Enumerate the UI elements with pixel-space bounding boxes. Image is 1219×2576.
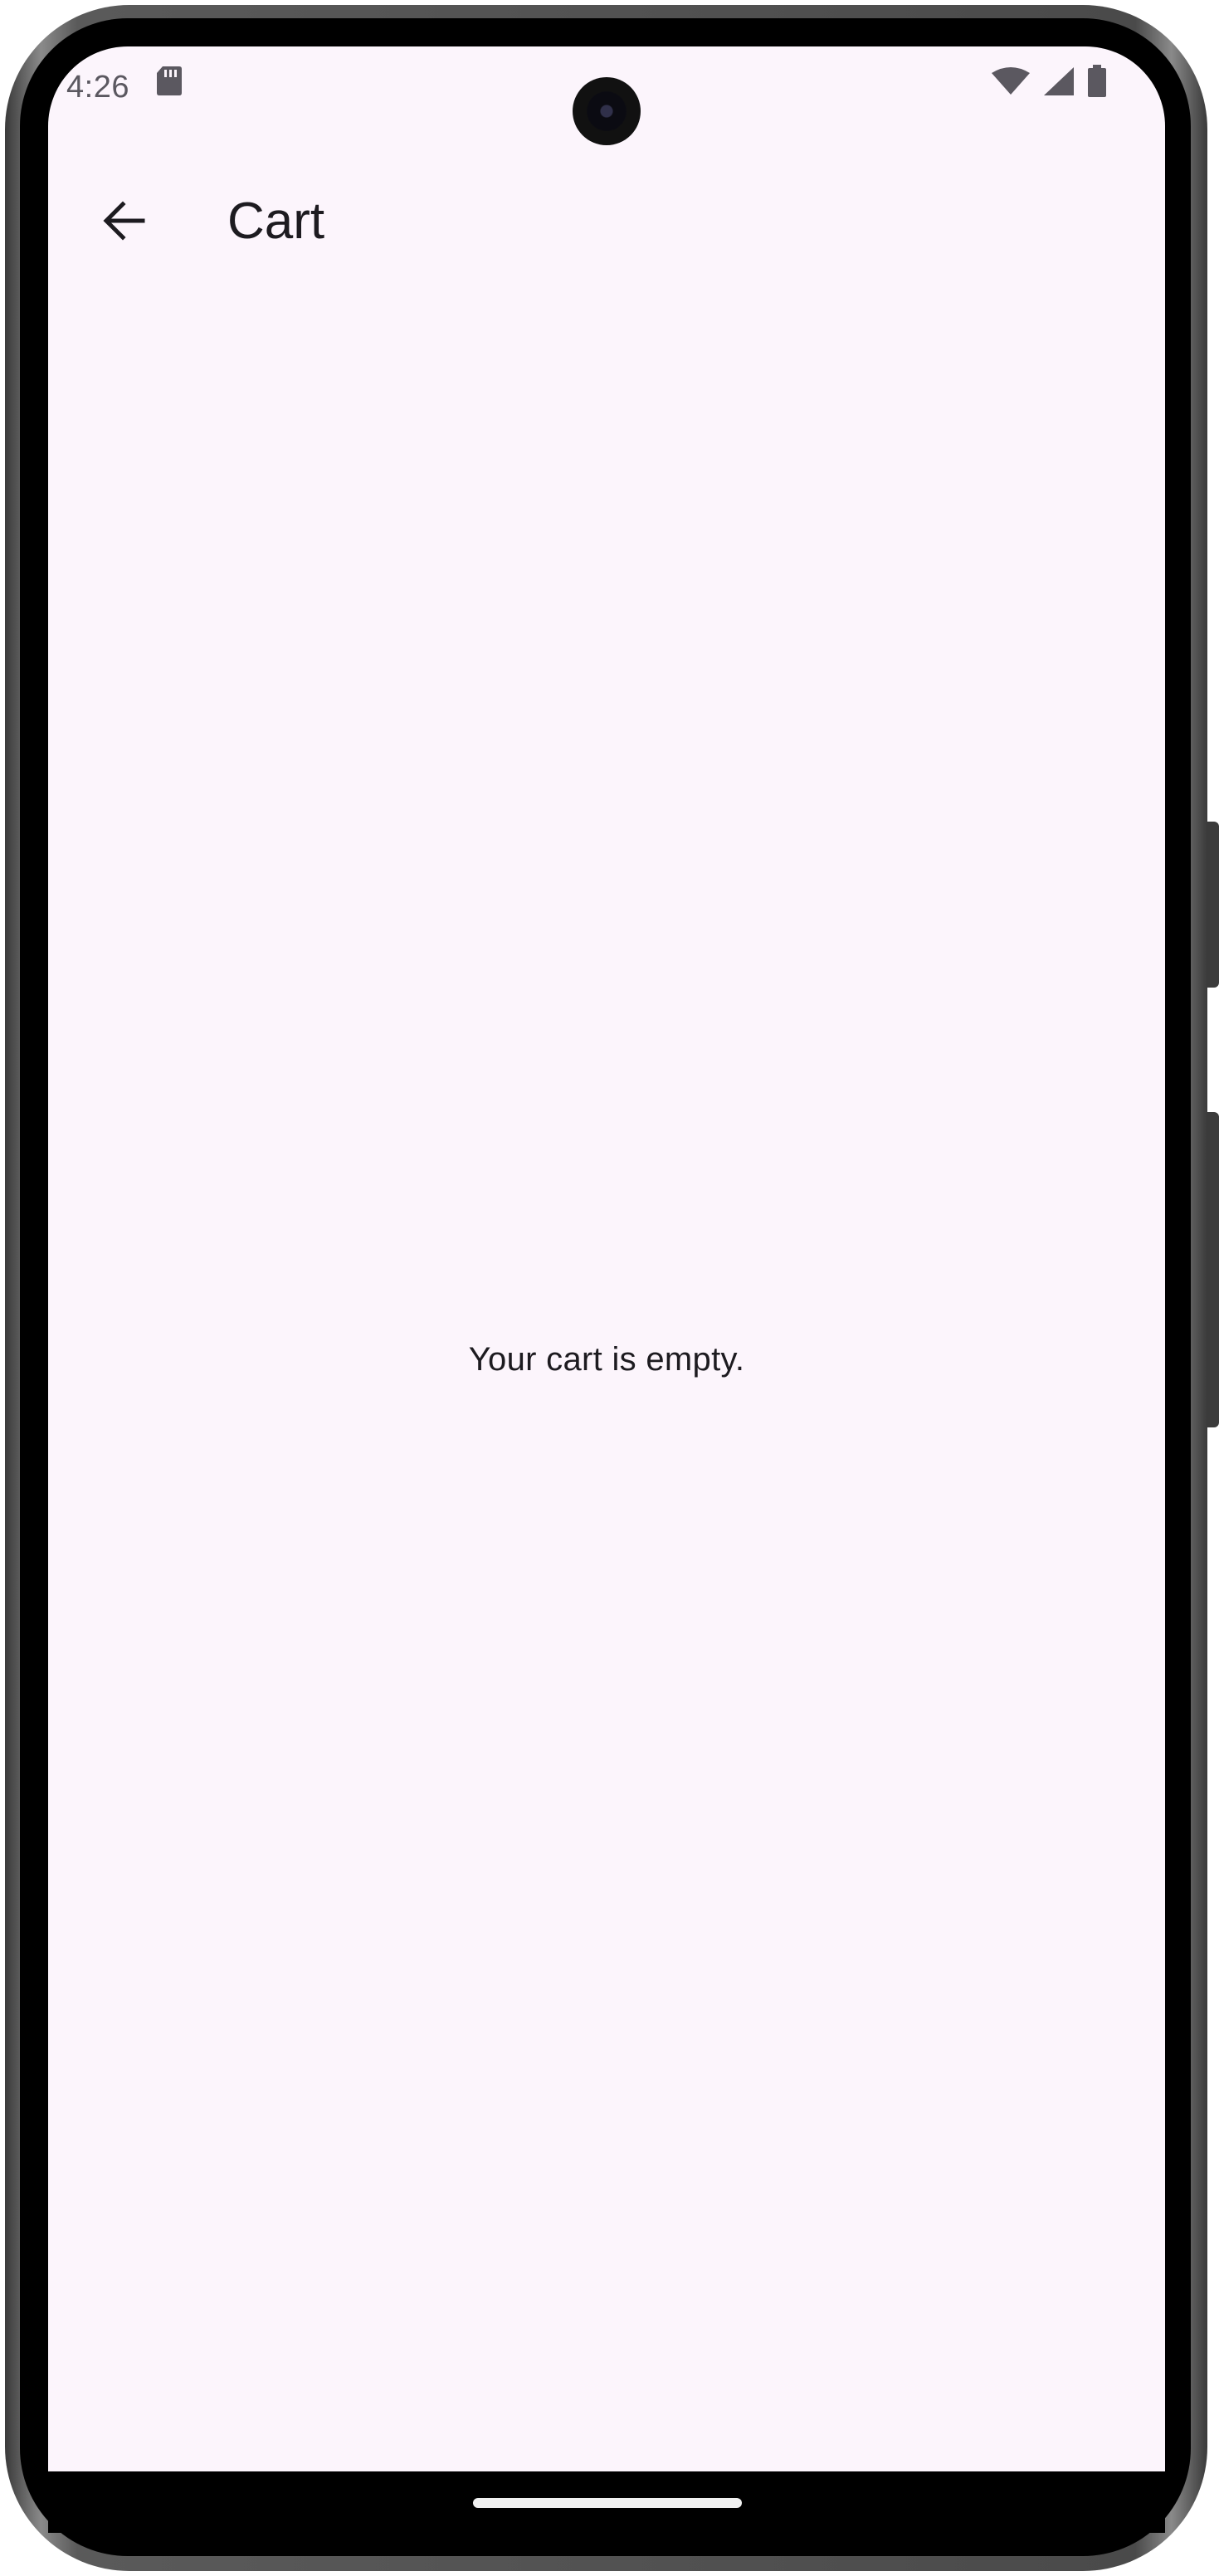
power-button [1207,1112,1219,1427]
status-icons [991,65,1107,98]
front-camera [573,77,641,145]
home-indicator[interactable] [473,2498,742,2508]
phone-device: 4:26 Cart Your cart is empty. [0,0,1219,2576]
cellular-signal-icon [1044,67,1074,95]
status-time: 4:26 [66,70,129,105]
back-button[interactable] [90,186,159,256]
page-title: Cart [227,193,325,250]
sd-card-icon [157,66,182,95]
wifi-icon [992,67,1030,95]
empty-cart-message: Your cart is empty. [468,1341,745,1378]
battery-icon [1088,65,1106,97]
arrow-back-icon [103,201,145,241]
volume-button [1207,822,1219,988]
top-app-bar: Cart [48,163,1165,279]
app-screen: 4:26 Cart Your cart is empty. [48,46,1165,2471]
